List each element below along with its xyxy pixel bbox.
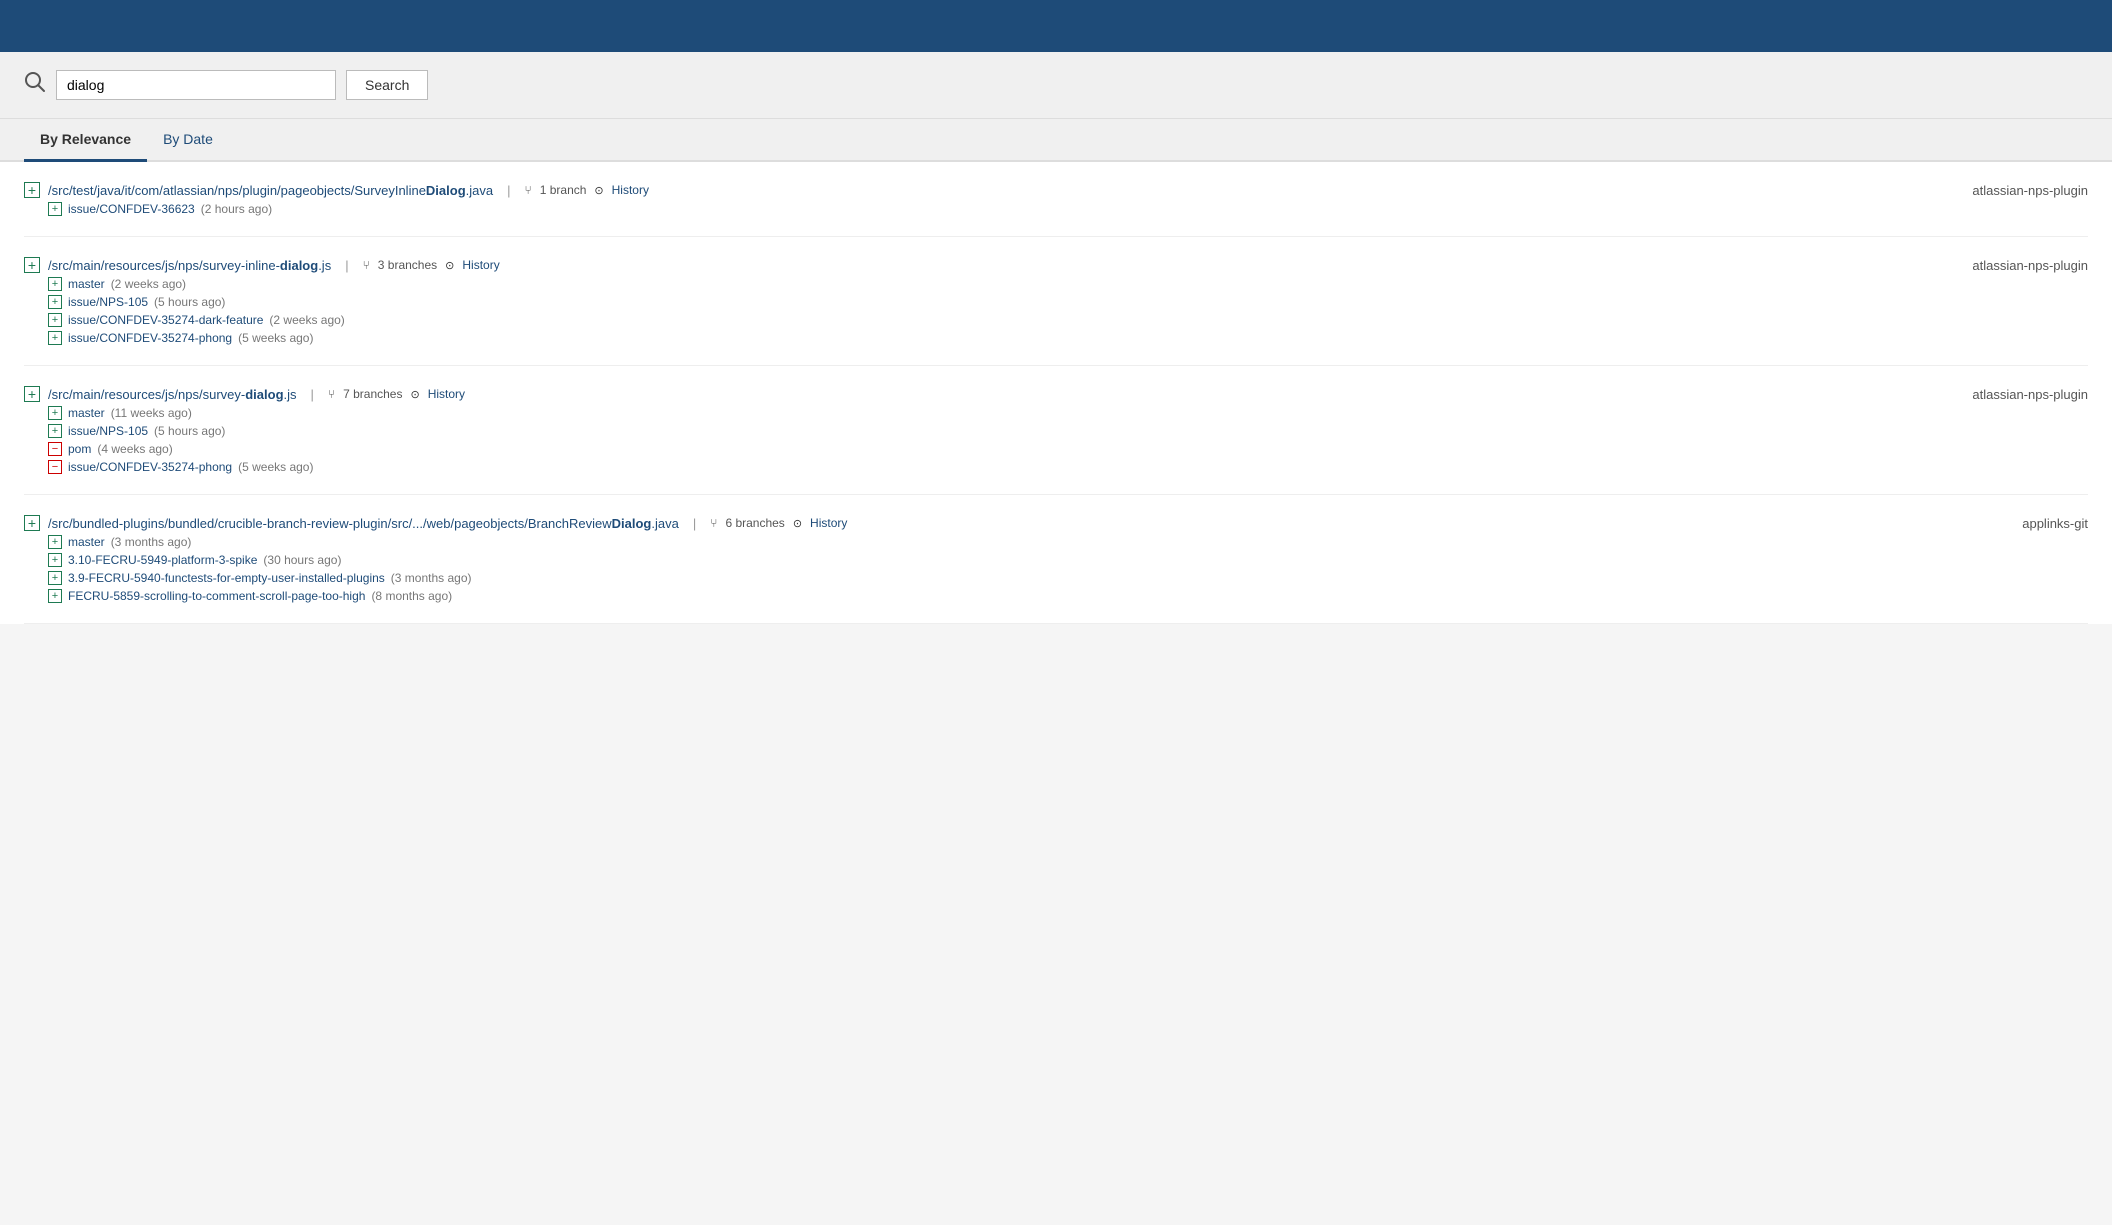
file-path-1[interactable]: /src/test/java/it/com/atlassian/nps/plug… (48, 183, 493, 198)
branch-item-4-1: + 3.10-FECRU-5949-platform-3-spike (30 h… (48, 553, 2088, 567)
expand-icon-1[interactable]: + (24, 182, 40, 198)
history-icon-2: ⊙ (445, 259, 454, 272)
branch-name[interactable]: 3.10-FECRU-5949-platform-3-spike (68, 553, 257, 567)
expand-icon-3[interactable]: + (24, 386, 40, 402)
branch-expand-icon[interactable]: + (48, 277, 62, 291)
branch-icon-4: ⑂ (710, 516, 717, 530)
branch-item-4-2: + 3.9-FECRU-5940-functests-for-empty-use… (48, 571, 2088, 585)
history-link-1[interactable]: History (612, 183, 649, 197)
branch-time: (5 hours ago) (154, 295, 225, 309)
repo-name-1: atlassian-nps-plugin (1972, 183, 2088, 198)
result-item-4: + /src/bundled-plugins/bundled/crucible-… (24, 495, 2088, 624)
branch-item-2-0: + master (2 weeks ago) (48, 277, 2088, 291)
branch-time: (5 weeks ago) (238, 331, 313, 345)
branch-name[interactable]: issue/CONFDEV-35274-phong (68, 331, 232, 345)
branch-time: (30 hours ago) (263, 553, 341, 567)
branch-name[interactable]: 3.9-FECRU-5940-functests-for-empty-user-… (68, 571, 385, 585)
history-link-3[interactable]: History (428, 387, 465, 401)
branch-name[interactable]: FECRU-5859-scrolling-to-comment-scroll-p… (68, 589, 365, 603)
search-button[interactable]: Search (346, 70, 428, 100)
branch-expand-icon[interactable]: + (48, 571, 62, 585)
branch-expand-icon[interactable]: − (48, 460, 62, 474)
branch-item-2-2: + issue/CONFDEV-35274-dark-feature (2 we… (48, 313, 2088, 327)
expand-icon-2[interactable]: + (24, 257, 40, 273)
branch-time: (2 weeks ago) (269, 313, 344, 327)
branch-name[interactable]: master (68, 277, 105, 291)
history-icon-4: ⊙ (793, 517, 802, 530)
branch-expand-icon[interactable]: + (48, 553, 62, 567)
branch-expand-icon[interactable]: − (48, 442, 62, 456)
branch-icon-1: ⑂ (525, 183, 532, 197)
branch-expand-icon[interactable]: + (48, 331, 62, 345)
branch-time: (8 months ago) (371, 589, 452, 603)
search-icon (24, 71, 46, 99)
file-path-2[interactable]: /src/main/resources/js/nps/survey-inline… (48, 258, 331, 273)
branch-icon-3: ⑂ (328, 387, 335, 401)
repo-name-3: atlassian-nps-plugin (1972, 387, 2088, 402)
branch-name[interactable]: issue/CONFDEV-36623 (68, 202, 195, 216)
branch-item-2-3: + issue/CONFDEV-35274-phong (5 weeks ago… (48, 331, 2088, 345)
file-path-4[interactable]: /src/bundled-plugins/bundled/crucible-br… (48, 516, 679, 531)
branch-expand-icon[interactable]: + (48, 313, 62, 327)
search-bar: Search (0, 52, 2112, 119)
results-list: + /src/test/java/it/com/atlassian/nps/pl… (0, 162, 2112, 624)
branch-time: (11 weeks ago) (111, 406, 192, 420)
branch-expand-icon[interactable]: + (48, 202, 62, 216)
branch-item-3-3: − issue/CONFDEV-35274-phong (5 weeks ago… (48, 460, 2088, 474)
branch-time: (4 weeks ago) (97, 442, 172, 456)
branch-icon-2: ⑂ (363, 258, 370, 272)
branch-item-4-3: + FECRU-5859-scrolling-to-comment-scroll… (48, 589, 2088, 603)
branch-expand-icon[interactable]: + (48, 424, 62, 438)
branch-name[interactable]: issue/CONFDEV-35274-phong (68, 460, 232, 474)
branch-expand-icon[interactable]: + (48, 589, 62, 603)
branch-time: (2 weeks ago) (111, 277, 186, 291)
repo-name-4: applinks-git (2022, 516, 2088, 531)
branch-name[interactable]: pom (68, 442, 91, 456)
branch-item-3-2: − pom (4 weeks ago) (48, 442, 2088, 456)
tabs-bar: By Relevance By Date (0, 119, 2112, 162)
expand-icon-4[interactable]: + (24, 515, 40, 531)
branch-count-3: 7 branches (343, 387, 402, 401)
tab-by-date[interactable]: By Date (147, 119, 229, 162)
result-item-3: + /src/main/resources/js/nps/survey-dial… (24, 366, 2088, 495)
branch-count-4: 6 branches (725, 516, 784, 530)
branch-expand-icon[interactable]: + (48, 295, 62, 309)
branch-time: (5 weeks ago) (238, 460, 313, 474)
tab-by-relevance[interactable]: By Relevance (24, 119, 147, 162)
branch-name[interactable]: issue/NPS-105 (68, 295, 148, 309)
top-bar (0, 0, 2112, 52)
branch-item-3-1: + issue/NPS-105 (5 hours ago) (48, 424, 2088, 438)
branch-name[interactable]: issue/CONFDEV-35274-dark-feature (68, 313, 263, 327)
branch-time: (3 months ago) (111, 535, 192, 549)
history-link-4[interactable]: History (810, 516, 847, 530)
result-item-1: + /src/test/java/it/com/atlassian/nps/pl… (24, 162, 2088, 237)
file-path-3[interactable]: /src/main/resources/js/nps/survey-dialog… (48, 387, 297, 402)
branch-name[interactable]: issue/NPS-105 (68, 424, 148, 438)
branch-item-2-1: + issue/NPS-105 (5 hours ago) (48, 295, 2088, 309)
result-item-2: + /src/main/resources/js/nps/survey-inli… (24, 237, 2088, 366)
branch-name[interactable]: master (68, 406, 105, 420)
history-link-2[interactable]: History (462, 258, 499, 272)
repo-name-2: atlassian-nps-plugin (1972, 258, 2088, 273)
history-icon-3: ⊙ (410, 388, 419, 401)
history-icon-1: ⊙ (594, 184, 603, 197)
branch-time: (2 hours ago) (201, 202, 272, 216)
branch-item-4-0: + master (3 months ago) (48, 535, 2088, 549)
branch-time: (3 months ago) (391, 571, 472, 585)
branch-count-1: 1 branch (540, 183, 587, 197)
branch-expand-icon[interactable]: + (48, 535, 62, 549)
search-input[interactable] (56, 70, 336, 100)
branch-item-3-0: + master (11 weeks ago) (48, 406, 2088, 420)
branch-time: (5 hours ago) (154, 424, 225, 438)
branch-name[interactable]: master (68, 535, 105, 549)
separator-1: | (507, 183, 510, 198)
branch-item-1-0: + issue/CONFDEV-36623 (2 hours ago) (48, 202, 2088, 216)
branch-expand-icon[interactable]: + (48, 406, 62, 420)
branch-count-2: 3 branches (378, 258, 437, 272)
